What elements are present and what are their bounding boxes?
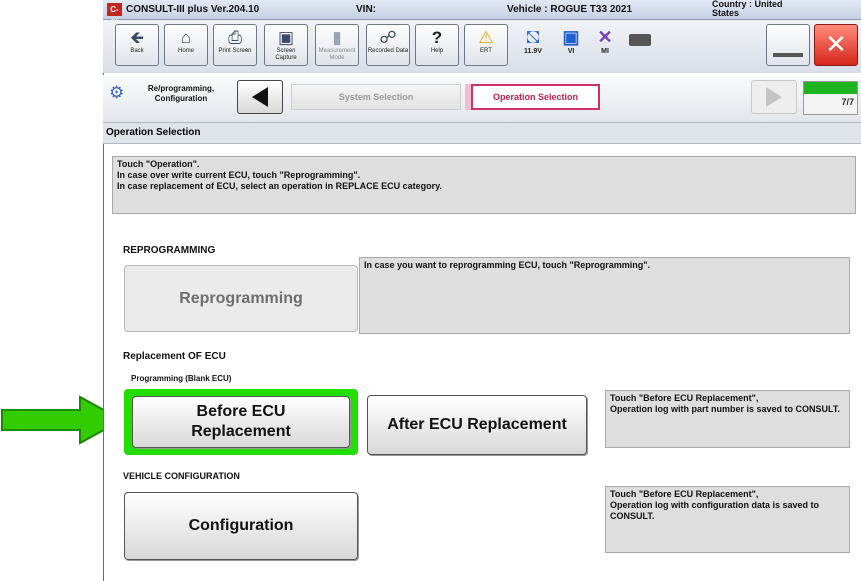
help-button[interactable]: ? Help: [415, 24, 459, 66]
screen-capture-button[interactable]: ▣ Screen Capture: [264, 24, 308, 66]
app-title: CONSULT-III plus Ver.204.10: [126, 4, 260, 15]
disconnected-icon: ✕: [597, 27, 613, 47]
mi-status: ✕ MI: [590, 26, 620, 55]
meter-icon: ▮: [332, 28, 342, 47]
crumb-reprogramming-configuration[interactable]: Re/programming, Configuration: [136, 84, 226, 104]
ert-button[interactable]: ⚠ ERT: [464, 24, 508, 66]
close-button[interactable]: ✕: [814, 24, 858, 66]
title-bar: C-III CONSULT-III plus Ver.204.10 VIN: V…: [103, 0, 861, 27]
car-battery-icon: ⛞: [525, 27, 541, 47]
crumb-back-button[interactable]: [237, 80, 283, 114]
vehicle-configuration-heading: VEHICLE CONFIGURATION: [123, 471, 240, 481]
reprogramming-button[interactable]: Reprogramming: [124, 265, 358, 332]
vi-status: ▣ VI: [556, 26, 586, 55]
after-ecu-replacement-button[interactable]: After ECU Replacement: [367, 395, 587, 455]
battery-voltage-status: ⛞ 11.9V: [513, 26, 553, 55]
step-counter: 7/7: [841, 97, 854, 107]
measurement-mode-button[interactable]: ▮ Measurement Mode: [315, 24, 359, 66]
crumb-system-selection[interactable]: System Selection: [291, 84, 461, 110]
progress-fill: [804, 82, 857, 94]
instructions-box: Touch "Operation". In case over write cu…: [112, 156, 856, 214]
programming-blank-ecu-label: Programming (Blank ECU): [131, 374, 232, 383]
back-arrow-icon: 🡸: [130, 28, 144, 47]
minimize-button[interactable]: [766, 24, 810, 66]
battery-icon: [629, 34, 651, 46]
home-button[interactable]: ⌂ Home: [164, 24, 208, 66]
right-triangle-icon: [766, 87, 782, 107]
replacement-heading: Replacement OF ECU: [123, 351, 226, 362]
before-ecu-replacement-button[interactable]: Before ECU Replacement: [132, 396, 350, 448]
reprogramming-heading: REPROGRAMMING: [123, 245, 216, 256]
print-screen-button[interactable]: ⎙ Print Screen: [213, 24, 257, 66]
recorded-data-button[interactable]: ☍ Recorded Data: [366, 24, 410, 66]
crumb-operation-selection[interactable]: Operation Selection: [471, 84, 600, 110]
crumb-next-button[interactable]: [751, 80, 797, 114]
vehicle-label: Vehicle : ROGUE T33 2021: [507, 4, 633, 15]
camera-icon: ▣: [277, 28, 295, 47]
home-icon: ⌂: [180, 28, 192, 47]
question-icon: ?: [431, 28, 443, 47]
back-button[interactable]: 🡸 Back: [115, 24, 159, 66]
minimize-icon: [773, 53, 803, 57]
breadcrumb: ⚙ Re/programming, Configuration System S…: [103, 75, 861, 123]
toolbar: 🡸 Back ⌂ Home ⎙ Print Screen ▣ Screen Ca…: [103, 20, 861, 73]
app-logo-icon: C-III: [107, 3, 122, 27]
wrench-gear-icon: ⚙: [109, 83, 125, 102]
section-title: Operation Selection: [103, 123, 861, 144]
configuration-note: Touch "Before ECU Replacement", Operatio…: [605, 486, 850, 553]
recorded-data-icon: ☍: [379, 28, 397, 47]
vin-label: VIN:: [356, 4, 376, 15]
left-triangle-icon: [252, 87, 268, 107]
replacement-note: Touch "Before ECU Replacement", Operatio…: [605, 390, 850, 448]
warning-icon: ⚠: [478, 28, 494, 47]
close-icon: ✕: [825, 29, 847, 59]
configuration-button[interactable]: Configuration: [124, 492, 358, 560]
printer-icon: ⎙: [228, 28, 242, 47]
country-label: Country : United States: [712, 0, 783, 18]
signal-icon: ▣: [562, 27, 580, 47]
step-progress: 7/7: [803, 81, 858, 115]
reprogramming-note: In case you want to reprogramming ECU, t…: [359, 257, 850, 334]
